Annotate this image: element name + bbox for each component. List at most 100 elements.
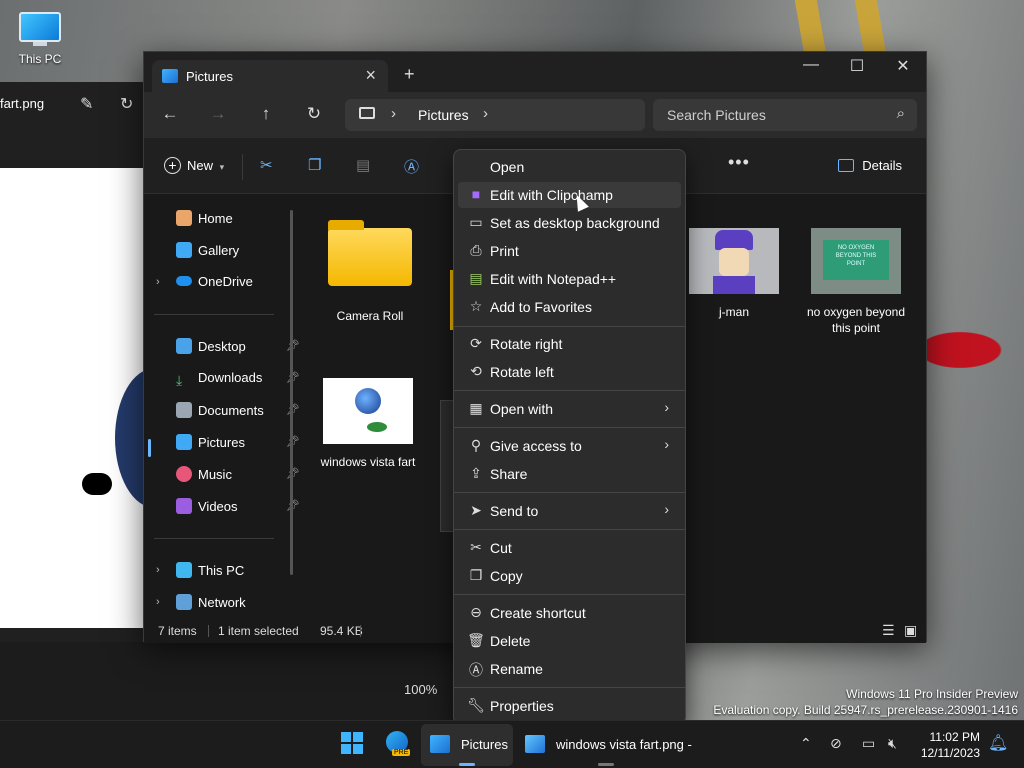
close-window-icon[interactable]: ✕ bbox=[880, 56, 926, 76]
file-item-no-oxygen[interactable]: NO OXYGEN BEYOND THIS POINT no oxygen be… bbox=[806, 228, 906, 336]
sidebar-item-documents[interactable]: Documents 📌︎ bbox=[176, 402, 300, 424]
menu-item-give-access[interactable]: ⚲ Give access to › bbox=[458, 433, 681, 459]
taskbar: PRE Pictures windows vista fart.png - ⌃ … bbox=[0, 720, 1024, 768]
link-icon: ⊖ bbox=[470, 604, 482, 620]
videos-icon bbox=[176, 498, 192, 514]
address-bar[interactable]: › Pictures › bbox=[345, 99, 645, 131]
menu-item-create-shortcut[interactable]: ⊖ Create shortcut bbox=[458, 600, 681, 626]
forward-icon[interactable]: → bbox=[206, 104, 230, 124]
rotate-icon[interactable]: ↻ bbox=[120, 94, 133, 114]
desktop-icon-label: This PC bbox=[18, 52, 62, 66]
send-icon: ➤ bbox=[470, 502, 482, 518]
expand-chevron-icon[interactable]: › bbox=[156, 564, 160, 576]
rotate-left-icon: ⟲ bbox=[470, 363, 482, 379]
sidebar-scrollbar[interactable] bbox=[290, 210, 293, 575]
pictures-icon bbox=[162, 69, 178, 83]
paste-icon[interactable]: ▤ bbox=[356, 156, 370, 174]
system-clock[interactable]: 11:02 PM 12/11/2023 bbox=[921, 729, 980, 761]
details-pane-icon bbox=[838, 159, 855, 172]
cloud-icon bbox=[176, 276, 192, 286]
menu-item-print[interactable]: ⎙ Print bbox=[458, 238, 681, 264]
refresh-icon[interactable]: ↻ bbox=[302, 104, 326, 124]
thumbnail bbox=[323, 378, 413, 444]
menu-item-delete[interactable]: 🗑︎ Delete bbox=[458, 628, 681, 654]
edit-icon[interactable]: ✎ bbox=[80, 94, 93, 114]
list-view-icon[interactable]: ☰ bbox=[882, 622, 895, 639]
menu-item-edit-notepad[interactable]: ▤ Edit with Notepad++ bbox=[458, 266, 681, 292]
taskbar-app-explorer[interactable]: Pictures bbox=[421, 724, 513, 766]
sidebar-item-this-pc[interactable]: This PC bbox=[176, 562, 244, 584]
close-tab-icon[interactable]: × bbox=[365, 65, 376, 86]
menu-item-copy[interactable]: ❐ Copy bbox=[458, 563, 681, 589]
trash-icon: 🗑︎ bbox=[467, 632, 485, 648]
chevron-up-icon[interactable]: ⌃ bbox=[800, 735, 812, 752]
sidebar-item-music[interactable]: Music 📌︎ bbox=[176, 466, 300, 488]
menu-item-properties[interactable]: 🔧︎ Properties bbox=[458, 693, 681, 719]
copy-icon[interactable]: ❐ bbox=[308, 156, 321, 174]
chevron-right-icon: › bbox=[664, 399, 669, 415]
pre-badge: PRE bbox=[392, 749, 411, 756]
search-box[interactable]: Search Pictures ⌕ bbox=[653, 99, 917, 131]
new-button[interactable]: + New ▾ bbox=[164, 157, 224, 174]
this-pc-icon bbox=[359, 107, 375, 119]
minimize-icon[interactable]: — bbox=[788, 56, 834, 74]
sidebar-item-downloads[interactable]: ⤓Downloads 📌︎ bbox=[176, 370, 300, 392]
share-icon: ⇪ bbox=[470, 465, 482, 481]
menu-item-share[interactable]: ⇪ Share bbox=[458, 461, 681, 487]
file-name: Camera Roll bbox=[336, 309, 404, 323]
new-tab-icon[interactable]: + bbox=[404, 64, 415, 85]
menu-item-rotate-left[interactable]: ⟲ Rotate left bbox=[458, 359, 681, 385]
menu-item-open[interactable]: Open bbox=[458, 154, 681, 180]
volume-muted-icon[interactable]: 🔇︎ bbox=[888, 735, 897, 752]
menu-item-send-to[interactable]: ➤ Send to › bbox=[458, 498, 681, 524]
sidebar-item-desktop[interactable]: Desktop 📌︎ bbox=[176, 338, 300, 360]
details-button[interactable]: Details bbox=[838, 158, 902, 173]
search-placeholder: Search Pictures bbox=[667, 107, 766, 123]
chevron-right-icon[interactable]: › bbox=[483, 105, 488, 122]
menu-item-cut[interactable]: ✂ Cut bbox=[458, 535, 681, 561]
sidebar-item-home[interactable]: Home bbox=[176, 210, 233, 232]
sidebar-item-gallery[interactable]: Gallery bbox=[176, 242, 239, 264]
file-name: windows vista fart bbox=[320, 455, 416, 469]
home-icon bbox=[176, 210, 192, 226]
start-button[interactable] bbox=[340, 731, 366, 759]
up-icon[interactable]: ↑ bbox=[254, 104, 278, 124]
sidebar-item-network[interactable]: Network bbox=[176, 594, 246, 616]
more-options-icon[interactable]: ••• bbox=[728, 152, 750, 173]
notification-bell-icon[interactable]: 🔔︎ bbox=[988, 733, 1008, 753]
rename-icon[interactable]: Ⓐ bbox=[404, 156, 419, 177]
breadcrumb[interactable]: Pictures bbox=[418, 107, 469, 123]
network-disconnected-icon[interactable]: ⊘ bbox=[830, 735, 842, 752]
network-icon[interactable]: ▭ bbox=[862, 735, 875, 752]
menu-item-add-favorites[interactable]: ☆ Add to Favorites bbox=[458, 294, 681, 320]
back-icon[interactable]: ← bbox=[158, 104, 182, 124]
desktop-icon-this-pc[interactable]: This PC bbox=[14, 8, 66, 66]
zoom-level[interactable]: 100% bbox=[404, 682, 437, 697]
taskbar-app-photos[interactable]: windows vista fart.png - bbox=[516, 724, 696, 766]
file-item-j-man[interactable]: j-man bbox=[684, 228, 784, 320]
menu-item-rotate-right[interactable]: ⟳ Rotate right bbox=[458, 331, 681, 357]
sidebar-item-onedrive[interactable]: OneDrive bbox=[176, 274, 253, 296]
thumbnail-view-icon[interactable]: ▣ bbox=[904, 622, 917, 639]
this-pc-icon bbox=[176, 562, 192, 578]
menu-item-edit-clipchamp[interactable]: ■ Edit with Clipchamp bbox=[458, 182, 681, 208]
chevron-right-icon[interactable]: › bbox=[391, 105, 396, 122]
windows-logo-icon bbox=[341, 732, 363, 754]
menu-item-rename[interactable]: Ⓐ Rename bbox=[458, 656, 681, 682]
sidebar-item-pictures[interactable]: Pictures 📌︎ bbox=[176, 434, 300, 456]
edge-canary-button[interactable]: PRE bbox=[386, 731, 412, 759]
expand-chevron-icon[interactable]: › bbox=[156, 596, 160, 608]
file-item-camera-roll[interactable]: Camera Roll bbox=[320, 208, 420, 324]
evaluation-watermark: Windows 11 Pro Insider Preview Evaluatio… bbox=[713, 687, 1018, 717]
cut-icon: ✂ bbox=[470, 539, 482, 555]
maximize-icon[interactable]: ☐ bbox=[834, 56, 880, 76]
menu-item-open-with[interactable]: ▦ Open with › bbox=[458, 396, 681, 422]
expand-chevron-icon[interactable]: › bbox=[156, 276, 160, 288]
cut-icon[interactable]: ✂ bbox=[260, 156, 273, 174]
tab-pictures[interactable]: Pictures × bbox=[152, 60, 388, 92]
file-item-windows-vista-fart[interactable]: windows vista fart bbox=[318, 378, 418, 470]
file-name: j-man bbox=[718, 305, 749, 319]
star-icon: ☆ bbox=[469, 298, 483, 314]
menu-item-set-background[interactable]: ▭ Set as desktop background bbox=[458, 210, 681, 236]
sidebar-item-videos[interactable]: Videos 📌︎ bbox=[176, 498, 300, 520]
